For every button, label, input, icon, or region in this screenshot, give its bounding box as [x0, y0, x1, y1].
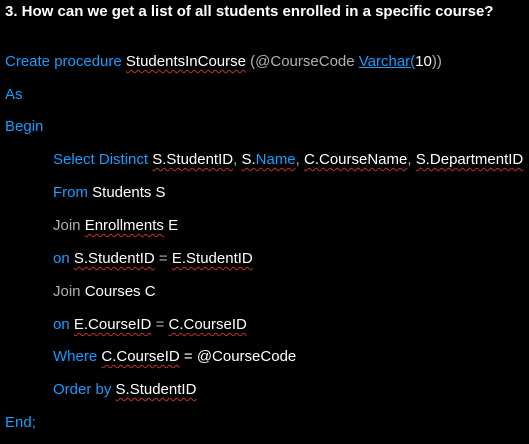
join-table-courses: Courses C — [84, 283, 156, 300]
select-col-coursename: C.CourseName — [304, 151, 408, 168]
on-left-courseid: E.CourseID — [73, 316, 152, 333]
create-procedure-keyword: Create procedure — [5, 53, 122, 70]
where-keyword: Where — [53, 348, 98, 365]
join-alias-e: E — [168, 217, 179, 234]
code-line-join-enrollments: Join Enrollments E — [53, 216, 178, 236]
param-open: (@CourseCode — [250, 53, 355, 70]
where-left-courseid: C.CourseID — [101, 348, 180, 365]
select-col-name: S.Name — [241, 151, 296, 168]
order-col-studentid: S.StudentID — [115, 381, 197, 398]
code-line-as: As — [5, 86, 23, 103]
on-right-studentid: E.StudentID — [171, 250, 253, 267]
order-by-keyword: Order by — [53, 381, 112, 398]
code-line-where: Where C.CourseID = @CourseCode — [53, 347, 296, 367]
code-line-select: Select Distinct S.StudentID, S.Name, C.C… — [53, 151, 524, 168]
code-line-join-courses: Join Courses C — [53, 282, 156, 302]
join-keyword: Join — [53, 283, 81, 300]
code-line-create: Create procedure StudentsInCourse (@Cour… — [5, 52, 442, 72]
on-right-courseid: C.CourseID — [168, 316, 247, 333]
select-distinct-keyword: Select Distinct — [53, 151, 149, 168]
where-rest: = @CourseCode — [183, 348, 297, 365]
on-keyword: on — [53, 316, 70, 333]
code-line-end: End; — [5, 414, 36, 431]
from-keyword: From — [53, 184, 88, 201]
select-col-departmentid: S.DepartmentID — [415, 151, 524, 168]
from-table: Students S — [92, 184, 166, 201]
code-line-on-courseid: on E.CourseID = C.CourseID — [53, 316, 247, 333]
param-close: )) — [431, 53, 442, 70]
code-line-order: Order by S.StudentID — [53, 380, 196, 400]
code-line-begin: Begin — [5, 118, 44, 135]
on-keyword: on — [53, 250, 70, 267]
on-left-studentid: S.StudentID — [73, 250, 155, 267]
varchar-size: 10 — [415, 53, 432, 70]
question-heading: 3. How can we get a list of all students… — [5, 3, 494, 20]
join-keyword: Join — [53, 217, 81, 234]
procedure-name: StudentsInCourse — [125, 53, 246, 70]
code-line-from: From Students S — [53, 183, 166, 203]
select-col-studentid: S.StudentID — [152, 151, 234, 168]
code-line-on-studentid: on S.StudentID = E.StudentID — [53, 250, 253, 267]
join-table-enrollments: Enrollments — [84, 217, 164, 234]
varchar-type: Varchar( — [358, 53, 416, 70]
